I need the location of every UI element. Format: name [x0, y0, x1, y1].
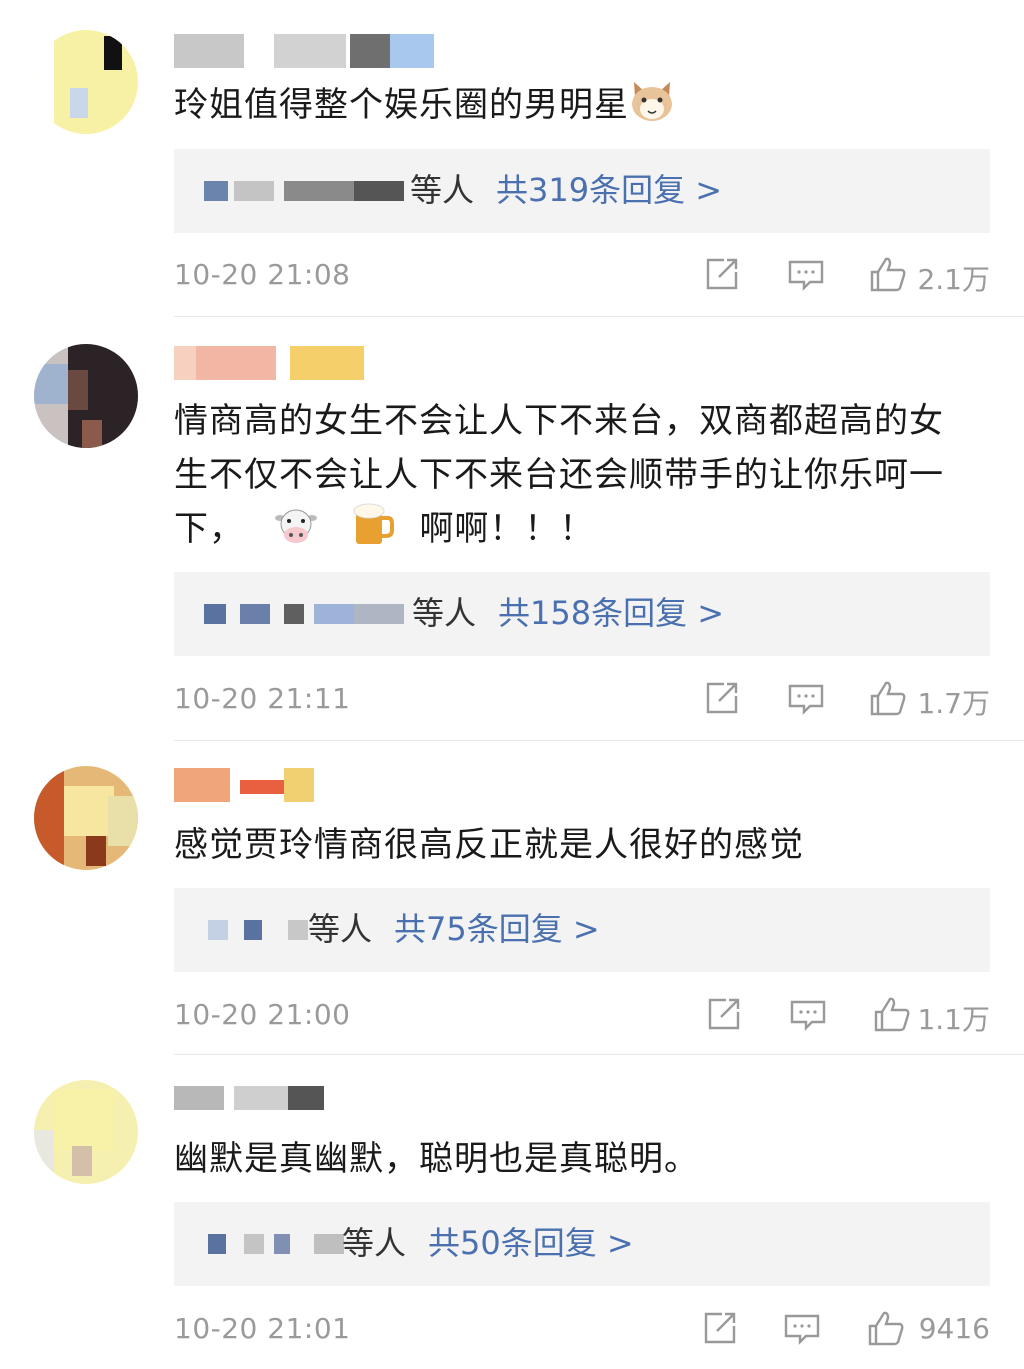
- comment-meta: 10-20 21:11 1.7万: [174, 678, 990, 726]
- share-out-icon[interactable]: [700, 1308, 740, 1348]
- reply-others-label: 等人: [412, 594, 477, 632]
- like-count: 1.7万: [917, 687, 990, 720]
- share-out-icon[interactable]: [704, 994, 744, 1034]
- username[interactable]: [174, 34, 444, 68]
- timestamp: 10-20 21:08: [174, 258, 351, 291]
- avatar[interactable]: [34, 30, 138, 134]
- comment-icon[interactable]: [788, 994, 828, 1034]
- cat-face-icon: [629, 78, 675, 138]
- thumbs-up-icon[interactable]: [866, 1308, 906, 1348]
- comment-meta: 10-20 21:08 2.1万: [174, 254, 990, 302]
- thumbs-up-icon[interactable]: [868, 678, 908, 718]
- avatar[interactable]: [34, 1080, 138, 1184]
- comment-item: 幽默是真幽默，聪明也是真聪明。 等人 共50条回复 > 10-20 21:01 9…: [0, 1056, 1024, 1369]
- comment-text: 情商高的女生不会让人下不来台，双商都超高的女 生不仅不会让人下不来台还会顺带手的…: [174, 394, 994, 562]
- like-count: 9416: [918, 1312, 990, 1345]
- comment-text: 感觉贾玲情商很高反正就是人很好的感觉: [174, 825, 804, 865]
- replies-box[interactable]: 等人 共75条回复 >: [174, 888, 990, 972]
- replies-box[interactable]: 等人 共319条回复 >: [174, 149, 990, 233]
- divider: [174, 740, 1024, 741]
- timestamp: 10-20 21:01: [174, 1312, 351, 1345]
- reply-usernames[interactable]: [204, 171, 414, 211]
- thumbs-up-icon[interactable]: [868, 254, 908, 294]
- cow-face-icon: [274, 506, 318, 562]
- share-out-icon[interactable]: [702, 254, 742, 294]
- reply-count-link[interactable]: 共75条回复 >: [394, 910, 600, 948]
- comment-item: 情商高的女生不会让人下不来台，双商都超高的女 生不仅不会让人下不来台还会顺带手的…: [0, 318, 1024, 742]
- like-count: 1.1万: [917, 1003, 990, 1036]
- comment-text: 幽默是真幽默，聪明也是真聪明。: [174, 1139, 699, 1179]
- reply-others-label: 等人: [308, 910, 373, 948]
- reply-usernames[interactable]: [204, 1224, 354, 1264]
- thumbs-up-icon[interactable]: [872, 994, 912, 1034]
- reply-others-label: 等人: [342, 1224, 407, 1262]
- like-count: 2.1万: [917, 263, 990, 296]
- comment-meta: 10-20 21:01 9416: [174, 1308, 990, 1356]
- replies-box[interactable]: 等人 共50条回复 >: [174, 1202, 990, 1286]
- comment-icon[interactable]: [786, 678, 826, 718]
- reply-usernames[interactable]: [204, 910, 314, 950]
- comment-icon[interactable]: [786, 254, 826, 294]
- replies-box[interactable]: 等人 共158条回复 >: [174, 572, 990, 656]
- reply-count-link[interactable]: 共50条回复 >: [428, 1224, 634, 1262]
- share-out-icon[interactable]: [702, 678, 742, 718]
- comment-item: 玲姐值得整个娱乐圈的男明星 等人 共319条回复 > 10-20 21:08 2.…: [0, 0, 1024, 318]
- beer-mug-icon: [352, 502, 394, 562]
- divider: [174, 1054, 1024, 1055]
- username[interactable]: [174, 346, 444, 380]
- timestamp: 10-20 21:11: [174, 682, 351, 715]
- username[interactable]: [174, 1086, 444, 1120]
- divider: [174, 316, 1024, 317]
- reply-count-link[interactable]: 共158条回复 >: [498, 594, 724, 632]
- comment-icon[interactable]: [782, 1308, 822, 1348]
- timestamp: 10-20 21:00: [174, 998, 351, 1031]
- username[interactable]: [174, 768, 444, 802]
- reply-usernames[interactable]: [204, 594, 414, 634]
- reply-others-label: 等人: [410, 171, 475, 209]
- comment-text: 玲姐值得整个娱乐圈的男明星: [174, 78, 994, 138]
- reply-count-link[interactable]: 共319条回复 >: [496, 171, 722, 209]
- comment-item: 感觉贾玲情商很高反正就是人很好的感觉 等人 共75条回复 > 10-20 21:0…: [0, 742, 1024, 1056]
- avatar[interactable]: [34, 344, 138, 448]
- avatar[interactable]: [34, 766, 138, 870]
- comment-meta: 10-20 21:00 1.1万: [174, 994, 990, 1042]
